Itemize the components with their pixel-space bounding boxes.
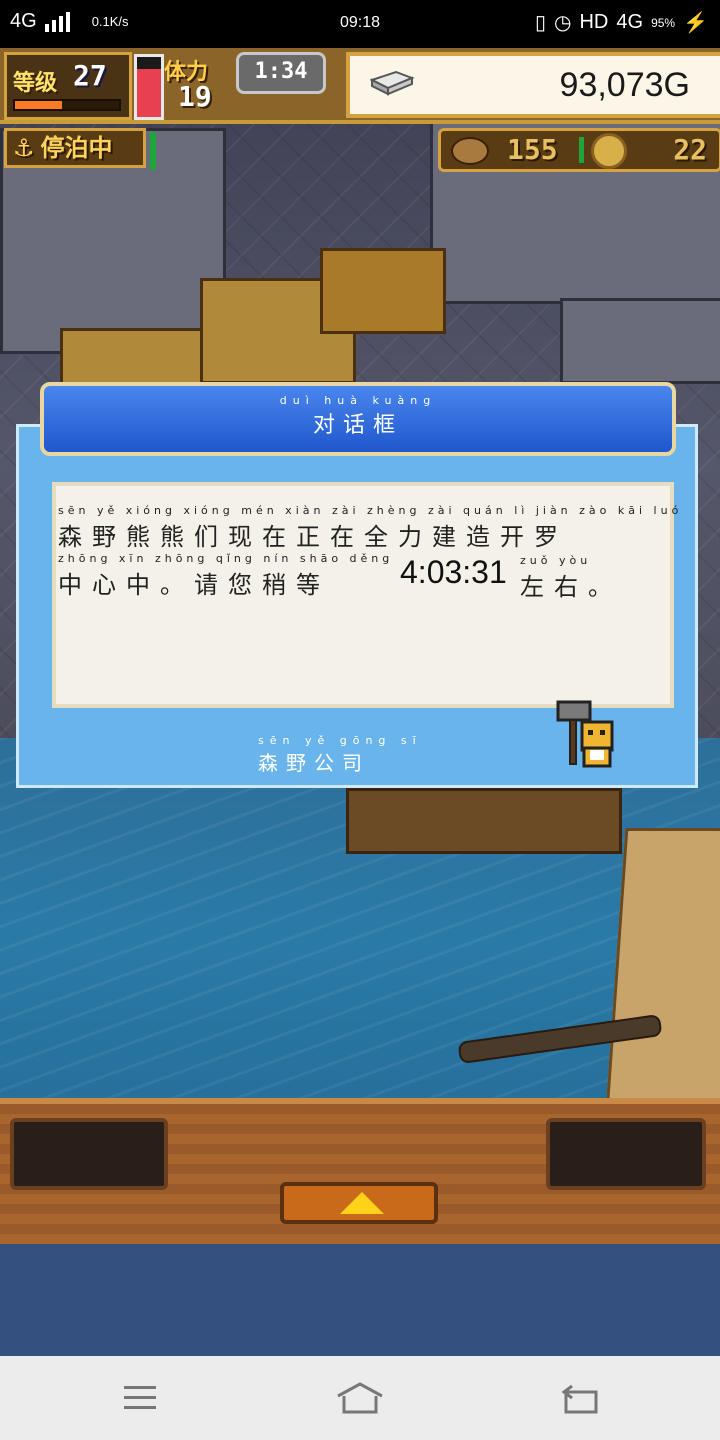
stamina-value: 19 (178, 80, 212, 113)
bottom-spacer (0, 1244, 720, 1356)
docked-status-button[interactable]: ⚓ 停泊中 (4, 128, 146, 168)
navigation-bar (0, 1356, 720, 1440)
network-speed: 0.1K/s (91, 14, 129, 29)
status-bar: 4G 0.1K/s 09:18 ▯ ◷ HD 4G 95% ⚡ (0, 0, 720, 48)
home-icon[interactable] (330, 1378, 390, 1418)
build-countdown: 4:03:31 (400, 554, 507, 590)
food-icon (451, 137, 489, 165)
network-label-right: 4G (616, 11, 644, 33)
pier (346, 788, 622, 854)
message-line-2-text: 中心中。请您稍等 (58, 571, 330, 599)
expand-menu-button[interactable] (280, 1182, 438, 1224)
resource-divider (579, 137, 584, 163)
stamina-timer: 1:34 (236, 52, 326, 94)
status-right: ▯ ◷ HD 4G 95% ⚡ (535, 10, 708, 35)
bear-worker-icon (556, 700, 614, 768)
message-line-2: zhōng xīn zhōng qǐng nín shāo děng 中心中。请… (58, 552, 393, 600)
level-label: 等级 (13, 71, 58, 96)
vibrate-icon: ▯ (535, 12, 547, 34)
message-line-2-pinyin: zhōng xīn zhōng qǐng nín shāo děng (58, 552, 394, 565)
menu-icon[interactable] (110, 1378, 170, 1418)
resource2-value: 22 (673, 133, 707, 166)
left-slot-button[interactable] (10, 1118, 168, 1190)
back-icon[interactable] (550, 1378, 610, 1418)
hd-label: HD (579, 11, 609, 33)
castle-wall (560, 298, 720, 384)
resource1-value: 155 (507, 133, 558, 166)
dialog-title: duì huà kuàng 对话框 (44, 394, 672, 439)
anchor-icon: ⚓ (13, 134, 35, 162)
message-line-1-text: 森野熊熊们现在正在全力建造开罗 (58, 523, 568, 551)
xp-fill (15, 101, 62, 109)
alarm-icon: ◷ (554, 12, 572, 34)
gold-bar-icon (369, 70, 415, 96)
battery-icon: ⚡ (683, 12, 708, 34)
docked-label: 停泊中 (40, 134, 113, 162)
dialog-title-text: 对话框 (312, 413, 403, 438)
message-line-2b: zuǒ yòu 左右。 (520, 554, 622, 602)
up-arrow-icon (340, 1192, 384, 1214)
battery-label: 95% (651, 15, 676, 30)
level-value: 27 (73, 59, 107, 92)
resource-bar[interactable]: 155 22 (438, 128, 720, 172)
hud-second-row: ⚓ 停泊中 155 22 (0, 124, 720, 172)
network-label: 4G (10, 10, 37, 32)
right-slot-button[interactable] (546, 1118, 706, 1190)
gold-panel[interactable]: 93,073G (346, 52, 720, 118)
message-line-2b-pinyin: zuǒ yòu (520, 554, 592, 567)
dialog-sender: sēn yě gōng sī 森野公司 (258, 734, 422, 776)
dialog-title-pinyin: duì huà kuàng (279, 394, 437, 407)
status-left: 4G 0.1K/s (10, 10, 129, 33)
signal-icon (44, 11, 70, 32)
dialog-header: duì huà kuàng 对话框 (40, 382, 676, 456)
clock: 09:18 (340, 14, 381, 31)
medal-icon (591, 133, 627, 169)
message-line-1: sēn yě xióng xióng mén xiàn zài zhèng zà… (58, 504, 682, 552)
status-indicator (150, 132, 156, 170)
message-line-2b-text: 左右。 (520, 573, 622, 601)
building-roof (320, 248, 446, 334)
gold-value: 93,073G (559, 66, 690, 104)
stamina-meter (134, 54, 164, 120)
sender-pinyin: sēn yě gōng sī (258, 734, 422, 747)
sender-name: 森野公司 (258, 751, 370, 775)
stamina-fill (137, 69, 161, 117)
level-panel[interactable]: 等级 27 (4, 52, 132, 120)
message-line-1-pinyin: sēn yě xióng xióng mén xiàn zài zhèng zà… (58, 504, 683, 517)
xp-bar (13, 99, 121, 111)
